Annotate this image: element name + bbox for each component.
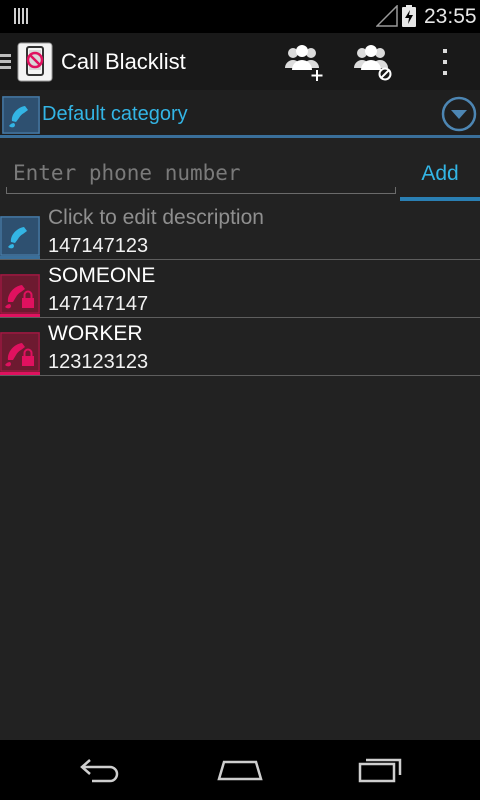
block-contact-group-icon — [354, 45, 392, 81]
navigation-bar — [0, 740, 480, 800]
home-button[interactable] — [200, 750, 280, 790]
notification-icon — [14, 8, 28, 24]
input-underline-right — [395, 187, 396, 194]
divider — [0, 375, 480, 376]
item-description[interactable]: Click to edit description — [48, 205, 264, 231]
category-selector[interactable]: Default category — [0, 90, 480, 138]
recents-button[interactable] — [340, 750, 420, 790]
phone-icon — [2, 96, 40, 134]
category-label: Default category — [42, 103, 188, 125]
add-to-blacklist-button[interactable] — [280, 38, 328, 86]
app-title: Call Blacklist — [61, 49, 186, 74]
list-item[interactable]: Click to edit description 147147123 — [0, 202, 480, 260]
phone-number-input[interactable] — [8, 154, 396, 192]
list-item[interactable]: WORKER 123123123 — [0, 318, 480, 376]
add-button[interactable]: Add — [400, 150, 480, 198]
blocked-phone-icon[interactable] — [0, 274, 40, 314]
chevron-down-icon[interactable] — [441, 96, 477, 132]
blocked-phone-icon[interactable] — [0, 332, 40, 372]
item-description[interactable]: WORKER — [48, 321, 143, 347]
home-icon — [217, 760, 263, 781]
item-number: 147147147 — [48, 293, 149, 315]
list-item[interactable]: SOMEONE 147147147 — [0, 260, 480, 318]
app-logo-icon[interactable] — [17, 42, 53, 82]
overflow-menu-button[interactable] — [421, 38, 469, 86]
category-underline — [0, 135, 480, 138]
status-bar: 23:55 — [0, 0, 480, 33]
block-contacts-button[interactable] — [349, 38, 397, 86]
drawer-indicator-icon[interactable] — [0, 52, 12, 72]
blacklist-list: Click to edit description 147147123 SOME… — [0, 202, 480, 376]
back-button[interactable] — [60, 750, 140, 790]
item-description[interactable]: SOMEONE — [48, 263, 155, 289]
input-underline — [6, 193, 396, 194]
action-bar: Call Blacklist — [0, 33, 480, 90]
status-clock: 23:55 — [424, 5, 477, 28]
input-underline-left — [6, 187, 7, 194]
add-contact-group-icon — [285, 45, 323, 81]
item-number: 123123123 — [48, 351, 149, 373]
battery-charging-icon — [402, 5, 416, 27]
phone-icon[interactable] — [0, 216, 40, 256]
item-number: 147147123 — [48, 235, 149, 257]
signal-icon — [376, 5, 398, 27]
back-icon — [80, 759, 119, 783]
recents-icon — [358, 758, 402, 783]
overflow-menu-icon — [443, 49, 447, 75]
add-button-underline — [400, 197, 480, 201]
